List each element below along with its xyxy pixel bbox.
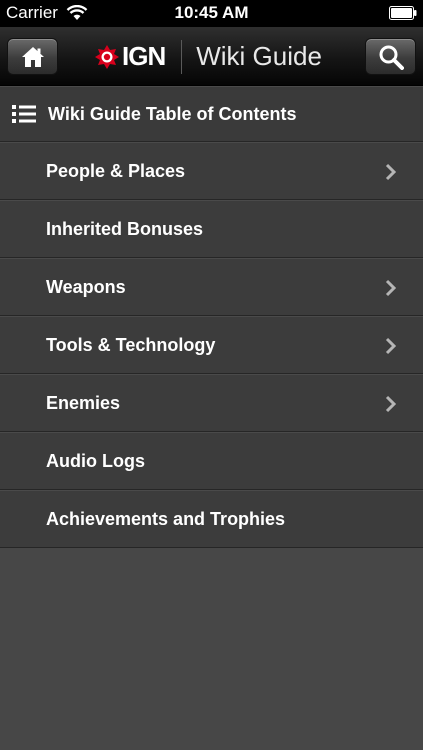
toc-item-weapons[interactable]: Weapons bbox=[0, 258, 423, 316]
toc-item-audio-logs[interactable]: Audio Logs bbox=[0, 432, 423, 490]
toc-item-label: Enemies bbox=[46, 392, 121, 413]
ign-logo: IGN bbox=[94, 41, 166, 72]
nav-bar: IGN Wiki Guide bbox=[0, 27, 423, 86]
search-icon bbox=[379, 45, 404, 70]
status-time: 10:45 AM bbox=[174, 3, 249, 22]
toc-item-label: People & Places bbox=[46, 160, 186, 181]
ign-mark-icon bbox=[95, 44, 119, 69]
toc-item-label: Audio Logs bbox=[46, 450, 145, 471]
toc-item-enemies[interactable]: Enemies bbox=[0, 374, 423, 432]
chevron-right-icon bbox=[385, 395, 397, 413]
brand-divider bbox=[181, 39, 183, 74]
home-icon bbox=[21, 46, 44, 67]
battery-icon bbox=[389, 6, 417, 20]
toc-item-label: Weapons bbox=[46, 276, 126, 297]
brand: IGN Wiki Guide bbox=[94, 27, 322, 86]
chevron-right-icon bbox=[385, 279, 397, 297]
status-bar: Carrier 10:45 AM bbox=[0, 0, 423, 27]
toc-item-tools-technology[interactable]: Tools & Technology bbox=[0, 316, 423, 374]
toc-list: Wiki Guide Table of Contents People & Pl… bbox=[0, 86, 423, 548]
toc-item-label: Tools & Technology bbox=[46, 334, 216, 355]
chevron-right-icon bbox=[385, 163, 397, 181]
toc-item-people-places[interactable]: People & Places bbox=[0, 142, 423, 200]
toc-item-label: Achievements and Trophies bbox=[46, 508, 286, 529]
search-button[interactable] bbox=[365, 38, 416, 75]
toc-header-label: Wiki Guide Table of Contents bbox=[48, 103, 297, 124]
chevron-right-icon bbox=[385, 337, 397, 355]
toc-header: Wiki Guide Table of Contents bbox=[0, 86, 423, 142]
home-button[interactable] bbox=[7, 38, 58, 75]
toc-item-label: Inherited Bonuses bbox=[46, 218, 204, 239]
list-icon bbox=[12, 105, 36, 123]
page-title: Wiki Guide bbox=[196, 41, 322, 71]
ign-logo-text: IGN bbox=[122, 41, 166, 71]
toc-item-inherited-bonuses[interactable]: Inherited Bonuses bbox=[0, 200, 423, 258]
toc-item-achievements-trophies[interactable]: Achievements and Trophies bbox=[0, 490, 423, 548]
